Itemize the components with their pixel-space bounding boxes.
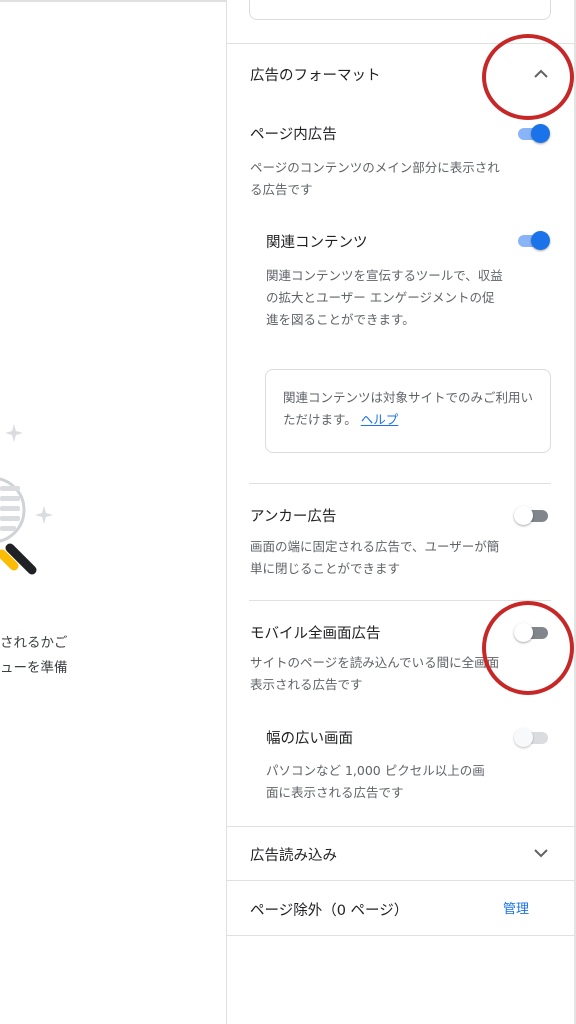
in-page-ads-title: ページ内広告 xyxy=(250,127,337,143)
wide-screen-title: 幅の広い画面 xyxy=(266,731,353,747)
help-link[interactable]: ヘルプ xyxy=(361,412,399,427)
in-page-ads-toggle[interactable] xyxy=(514,123,550,143)
section-divider xyxy=(249,600,551,601)
left-text-line-2: ューを準備 xyxy=(0,660,68,676)
ad-load-title: 広告読み込み xyxy=(250,848,337,864)
top-border xyxy=(0,0,226,2)
related-content-description: 関連コンテンツを宣伝するツールで、収益の拡大とユーザー エンゲージメントの促進を… xyxy=(266,268,503,327)
section-divider xyxy=(249,483,551,484)
in-page-ads-description: ページのコンテンツのメイン部分に表示される広告です xyxy=(250,160,500,197)
anchor-ads-description: 画面の端に固定される広告で、ユーザーが簡単に閉じることができます xyxy=(250,539,500,576)
ad-settings-panel: 広告のフォーマット ページ内広告 ページのコンテンツのメイン部分に表示される広告… xyxy=(227,0,576,1024)
notice-text: 関連コンテンツは対象サイトでのみご利用いただけます。 xyxy=(283,390,534,427)
wide-screen-description: パソコンなど 1,000 ピクセル以上の画面に表示される広告です xyxy=(266,763,485,800)
left-text-line-1: されるかご xyxy=(0,635,68,651)
page-exclusions-title: ページ除外（0 ページ） xyxy=(250,903,409,919)
vignette-ads-title: モバイル全画面広告 xyxy=(250,626,381,642)
manage-link[interactable]: 管理 xyxy=(503,898,529,917)
top-card-fragment xyxy=(249,0,551,20)
anchor-ads-title: アンカー広告 xyxy=(250,509,337,525)
section-divider xyxy=(227,880,576,881)
chevron-down-icon[interactable] xyxy=(529,841,553,865)
ad-formats-title: 広告のフォーマット xyxy=(250,68,381,84)
related-content-toggle[interactable] xyxy=(514,230,550,250)
related-content-notice: 関連コンテンツは対象サイトでのみご利用いただけます。 ヘルプ xyxy=(265,369,551,453)
left-page-fragment: されるかご ューを準備 xyxy=(0,0,226,1024)
section-divider xyxy=(227,935,576,936)
annotation-circle xyxy=(482,34,574,120)
vignette-ads-description: サイトのページを読み込んでいる間に全画面表示される広告です xyxy=(250,655,500,692)
related-content-title: 関連コンテンツ xyxy=(266,235,368,251)
section-divider xyxy=(227,826,576,827)
anchor-ads-toggle[interactable] xyxy=(514,505,550,525)
annotation-circle xyxy=(482,601,574,695)
wide-screen-toggle[interactable] xyxy=(514,727,550,747)
magnifier-illustration xyxy=(0,424,53,575)
